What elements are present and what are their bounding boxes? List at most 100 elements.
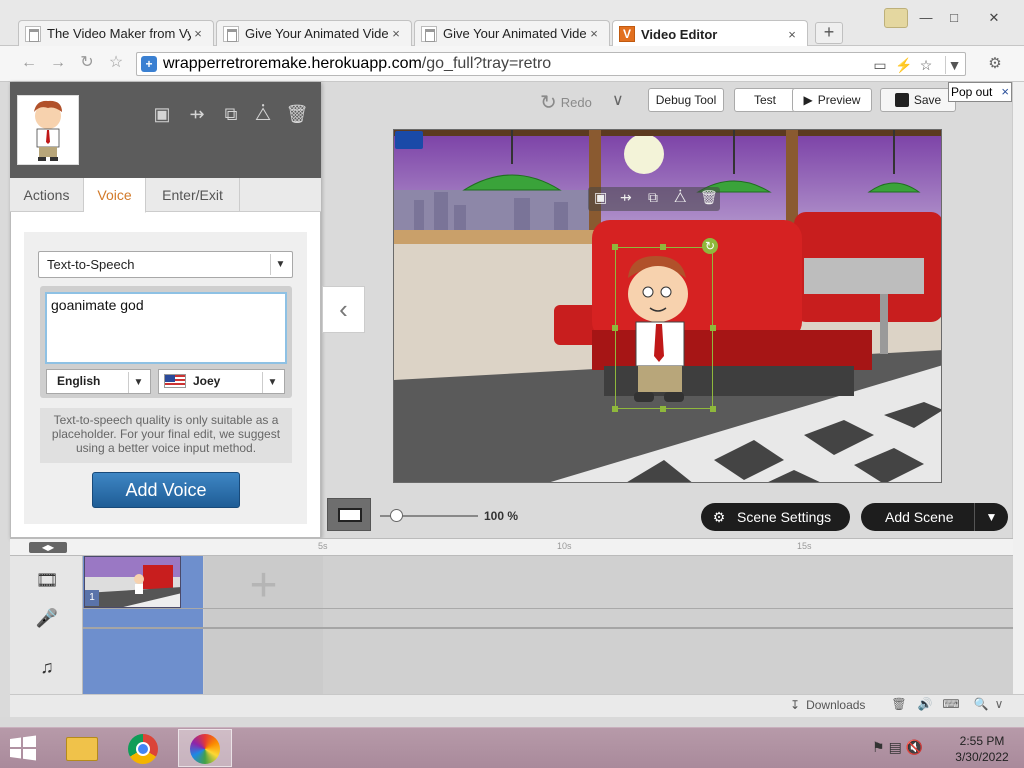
test-button[interactable]: Test (734, 88, 796, 112)
track-divider (83, 608, 1013, 609)
resize-handle[interactable] (612, 406, 618, 412)
resize-handle[interactable] (660, 244, 666, 250)
taskbar-chrome[interactable] (116, 729, 170, 767)
blocked-popup-icon[interactable]: ▭ (871, 56, 889, 74)
paste-icon[interactable]: ⧊ (674, 189, 687, 206)
action-center-icon[interactable]: ⚑ (872, 739, 885, 756)
copy-icon[interactable]: ⧉ (648, 189, 658, 206)
dropdown-arrow-icon: ▼ (262, 372, 282, 393)
bring-forward-icon[interactable]: ▣ (149, 104, 175, 124)
redo-button[interactable]: ↻ Redo (540, 90, 592, 115)
system-tray: ⚑ ▤ 🔇 (872, 739, 923, 756)
keyboard-icon[interactable]: ⌨ (942, 697, 960, 713)
bookmark-star-icon[interactable]: ☆ (105, 53, 127, 73)
scene-thumbnail-button[interactable] (327, 498, 371, 531)
preview-button[interactable]: ▶ Preview (792, 88, 872, 112)
rotate-handle-icon[interactable]: ↻ (702, 238, 718, 254)
voice-source-select[interactable]: Text-to-Speech ▼ (38, 251, 293, 278)
gear-icon: ⚙ (712, 508, 726, 525)
tab-title: Give Your Animated Videc (245, 26, 389, 41)
voice-value: Joey (193, 374, 221, 388)
resize-handle[interactable] (660, 406, 666, 412)
maximize-button[interactable]: □ (942, 10, 966, 28)
close-window-button[interactable]: ✕ (982, 10, 1006, 28)
timeline-ruler[interactable]: 5s 10s 15s (10, 538, 1013, 556)
chevron-down-icon[interactable]: ▼ (974, 503, 1008, 531)
windows-start-icon[interactable] (8, 735, 38, 761)
add-scene-button[interactable]: Add Scene ▼ (861, 503, 1008, 531)
language-select[interactable]: English ▼ (46, 369, 151, 394)
volume-muted-icon[interactable]: 🔇 (906, 739, 923, 756)
close-icon[interactable]: × (389, 26, 403, 41)
resize-handle[interactable] (612, 244, 618, 250)
close-icon[interactable]: × (1001, 83, 1009, 101)
collapse-panel-button[interactable]: ‹ (322, 286, 365, 333)
add-voice-button[interactable]: Add Voice (92, 472, 240, 508)
save-button[interactable]: Save (880, 88, 956, 112)
minimize-button[interactable]: — (914, 10, 938, 28)
clock-date: 3/30/2022 (955, 750, 1009, 764)
tts-text-input[interactable]: goanimate god (45, 292, 287, 364)
pop-out-tooltip[interactable]: Pop out × (948, 82, 1012, 102)
download-icon: ↧ (790, 698, 801, 712)
play-icon: ▶ (803, 93, 813, 107)
trash-icon[interactable]: 🗑 (700, 189, 718, 206)
forward-icon[interactable]: → (47, 53, 69, 73)
flip-icon[interactable]: ⇸ (620, 189, 632, 206)
speaker-icon[interactable]: 🔊 (916, 697, 934, 713)
wrench-icon[interactable]: ⚙ (980, 52, 1010, 76)
star-icon[interactable]: ☆ (917, 56, 935, 74)
close-icon[interactable]: × (191, 26, 205, 41)
site-info-icon[interactable]: + (141, 56, 157, 72)
scrollbar[interactable] (1012, 82, 1024, 717)
reload-icon[interactable]: ↻ (76, 53, 98, 73)
taskbar-clock[interactable]: 2:55 PM 3/30/2022 (952, 733, 1012, 765)
copy-icon[interactable]: ⧉ (218, 104, 244, 124)
tab-enter-exit[interactable]: Enter/Exit (146, 178, 240, 212)
resize-handle[interactable] (710, 406, 716, 412)
zoom-icon[interactable]: 🔍 (972, 697, 990, 713)
chevron-down-icon[interactable]: ∨ (612, 90, 624, 110)
address-bar[interactable]: + wrapperretroremake.herokuapp.com/go_fu… (136, 52, 966, 76)
windows-logo-icon (10, 735, 36, 761)
network-icon[interactable]: ▤ (889, 739, 902, 756)
zoom-slider-handle[interactable] (390, 509, 403, 522)
resize-handle[interactable] (612, 325, 618, 331)
character-selection-box[interactable] (615, 247, 713, 409)
trash-icon[interactable]: 🗑 (890, 697, 908, 713)
dropdown-arrow-icon[interactable]: ▼ (945, 56, 963, 74)
browser-tab-video-editor[interactable]: V Video Editor × (612, 20, 808, 47)
browser-tab-2[interactable]: Give Your Animated Videc × (216, 20, 412, 46)
user-profile-icon[interactable] (884, 8, 908, 28)
url-text[interactable]: wrapperretroremake.herokuapp.com/go_full… (163, 55, 551, 73)
paste-icon[interactable]: ⧊ (250, 104, 276, 124)
close-icon[interactable]: × (785, 27, 799, 42)
voice-source-value: Text-to-Speech (47, 257, 135, 272)
bring-forward-icon[interactable]: ▣ (594, 189, 607, 206)
timeline-tick: 10s (557, 541, 572, 551)
page-icon (223, 25, 239, 42)
back-icon[interactable]: ← (18, 53, 40, 73)
resize-handle[interactable] (710, 325, 716, 331)
track-divider (83, 627, 1013, 629)
tab-actions[interactable]: Actions (10, 178, 84, 212)
add-scene-placeholder[interactable]: + (204, 556, 323, 694)
timeline-collapse-icon[interactable]: ◀▶ (29, 542, 67, 553)
close-icon[interactable]: × (587, 26, 601, 41)
browser-tab-1[interactable]: The Video Maker from Vy × (18, 20, 214, 46)
camera-icon[interactable] (395, 131, 423, 149)
flip-icon[interactable]: ⇸ (184, 104, 210, 124)
trash-icon[interactable]: 🗑 (284, 104, 310, 124)
timeline-tick: 15s (797, 541, 812, 551)
debug-tool-button[interactable]: Debug Tool (648, 88, 724, 112)
plugin-icon[interactable]: ⚡ (895, 56, 913, 74)
browser-tab-3[interactable]: Give Your Animated Videc × (414, 20, 610, 46)
taskbar-file-explorer[interactable] (54, 729, 108, 767)
scene-settings-button[interactable]: ⚙ Scene Settings (701, 503, 850, 531)
taskbar-photo-app[interactable] (178, 729, 232, 767)
new-tab-button[interactable]: + (815, 22, 843, 44)
tab-voice[interactable]: Voice (84, 178, 146, 213)
chevron-down-icon[interactable]: ∨ (990, 697, 1008, 713)
downloads-link[interactable]: ↧ Downloads (790, 698, 865, 712)
dropdown-arrow-icon: ▼ (270, 254, 290, 275)
